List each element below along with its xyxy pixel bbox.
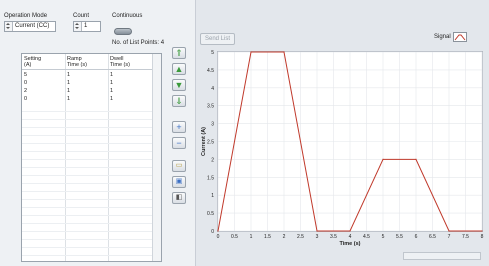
x-tick-label: 7.5	[462, 234, 469, 240]
x-tick-label: 5.5	[396, 234, 403, 240]
x-tick-label: 4.5	[363, 234, 370, 240]
x-tick-label: 4	[349, 234, 352, 240]
x-tick-label: 2	[283, 234, 286, 240]
x-tick-label: 3.5	[330, 234, 337, 240]
chart-scrollbar[interactable]	[403, 252, 481, 260]
y-tick-label: 4	[211, 86, 214, 92]
y-tick-label: 2.5	[207, 140, 214, 146]
x-tick-label: 3	[316, 234, 319, 240]
x-tick-label: 0	[217, 234, 220, 240]
x-tick-label: 0.5	[231, 234, 238, 240]
x-axis-label: Time (s)	[340, 241, 361, 247]
y-tick-label: 1.5	[207, 175, 214, 181]
data-point	[283, 51, 285, 53]
data-point	[349, 230, 351, 232]
y-tick-label: 2	[211, 157, 214, 163]
data-point	[316, 230, 318, 232]
current-vs-time-chart: 0 0.5 1 1.5 2 2.5 3 3.5 4 4.5 5 5.5 6 6.5 7 7.5 8 0 0.5 1 1.…	[201, 50, 484, 247]
x-tick-label: 7	[448, 234, 451, 240]
data-point	[382, 158, 384, 160]
y-tick-label: 3.5	[207, 104, 214, 110]
x-tick-label: 6.5	[429, 234, 436, 240]
y-tick-label: 0.5	[207, 211, 214, 217]
data-point	[448, 230, 450, 232]
data-point	[481, 230, 483, 232]
x-tick-label: 8	[481, 234, 484, 240]
y-axis-label: Current (A)	[201, 127, 207, 156]
x-tick-label: 1.5	[264, 234, 271, 240]
y-tick-label: 0	[211, 229, 214, 235]
y-tick-label: 4.5	[207, 68, 214, 74]
y-tick-label: 1	[211, 193, 214, 199]
data-point	[217, 230, 219, 232]
y-tick-label: 5	[211, 50, 214, 56]
data-point	[415, 158, 417, 160]
x-tick-label: 5	[382, 234, 385, 240]
x-tick-label: 2.5	[297, 234, 304, 240]
y-tick-label: 3	[211, 122, 214, 128]
x-tick-label: 6	[415, 234, 418, 240]
data-point	[250, 51, 252, 53]
x-tick-label: 1	[250, 234, 253, 240]
